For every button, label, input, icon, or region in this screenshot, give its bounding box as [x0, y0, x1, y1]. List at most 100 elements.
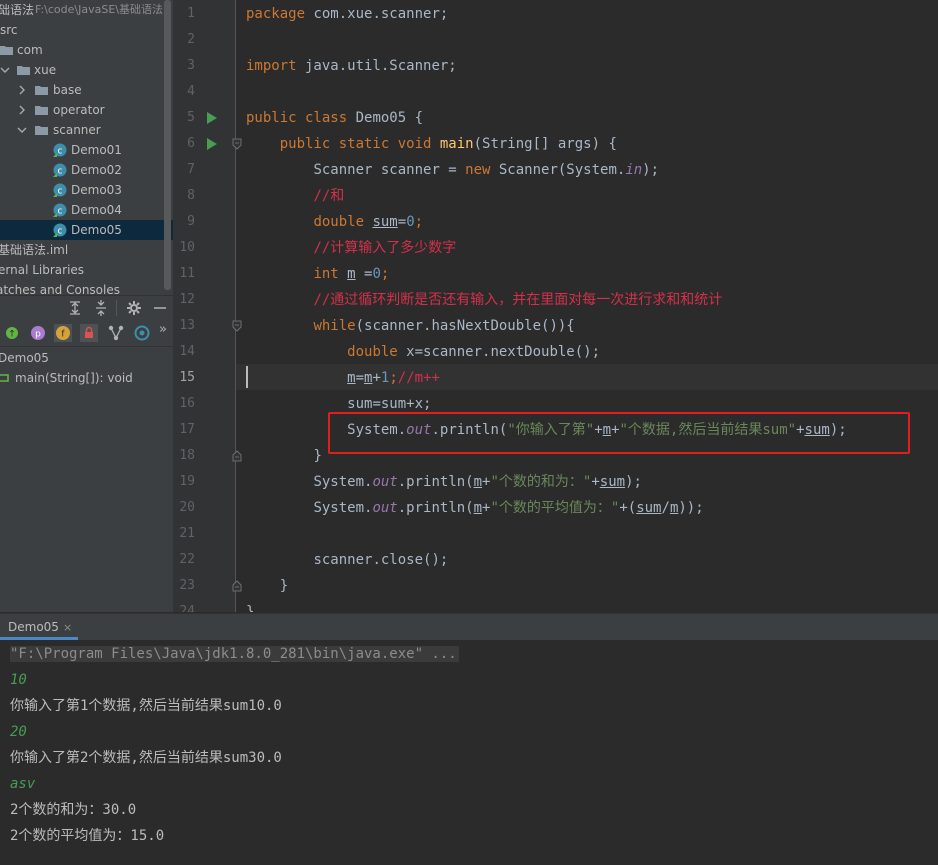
tree-item-demo05[interactable]: c Demo05 [0, 220, 173, 240]
editor-gutter: 1 2 3 4 5 6 7 8 9 10 11 12 13 14 15 16 1… [173, 0, 242, 612]
code-line-12: //通过循环判断是否还有输入，并在里面对每一次进行求和和统计 [313, 292, 723, 308]
fold-end-icon[interactable] [232, 580, 242, 592]
tree-item-operator[interactable]: operator [0, 100, 173, 120]
tree-item-src[interactable]: src [0, 20, 173, 40]
package-folder-icon [35, 106, 48, 115]
line-number: 12 [179, 292, 195, 307]
line-number: 16 [179, 396, 195, 411]
line-number: 6 [187, 136, 195, 151]
structure-class-item[interactable]: Demo05 [0, 348, 173, 368]
tree-item-iml[interactable]: 基础语法.iml [0, 240, 173, 260]
structure-view: Demo05 main(String[]): void [0, 347, 173, 612]
console-line: "F:\Program Files\Java\jdk1.8.0_281\bin\… [10, 641, 459, 667]
structure-method-label: main(String[]): void [15, 371, 133, 385]
code-line-9: double sum=0; [313, 214, 424, 230]
expand-all-icon[interactable] [66, 299, 84, 317]
line-number: 3 [187, 58, 195, 73]
code-line-3: import java.util.Scanner; [246, 58, 457, 74]
fold-end-icon[interactable] [232, 450, 242, 462]
line-number: 23 [179, 578, 195, 593]
code-line-5: public class Demo05 { [246, 110, 424, 126]
fold-marker-icon[interactable] [232, 320, 242, 332]
console-input: 10 [10, 672, 27, 688]
chevron-down-icon[interactable] [0, 60, 10, 80]
svg-text:↑: ↑ [8, 330, 16, 340]
console-input: 20 [10, 724, 27, 740]
code-line-24: } [246, 604, 255, 612]
autoscroll-icon[interactable] [133, 324, 151, 342]
sort-visibility-icon[interactable]: ↑ [4, 324, 22, 342]
chevron-right-icon[interactable] [17, 80, 27, 100]
tree-item-label: Demo04 [71, 203, 122, 217]
tree-item-demo01[interactable]: c Demo01 [0, 140, 173, 160]
chevron-down-icon[interactable] [17, 120, 27, 140]
run-main-icon[interactable] [206, 137, 218, 151]
chevron-right-icon[interactable] [17, 100, 27, 120]
code-editor[interactable]: 1 2 3 4 5 6 7 8 9 10 11 12 13 14 15 16 1… [173, 0, 938, 612]
gear-icon[interactable] [125, 299, 143, 317]
line-number: 2 [187, 32, 195, 47]
tree-item-demo02[interactable]: c Demo02 [0, 160, 173, 180]
console-input: asv [10, 776, 36, 792]
tree-item-xue[interactable]: xue [0, 60, 173, 80]
tree-item-demo03[interactable]: c Demo03 [0, 180, 173, 200]
svg-text:p: p [35, 330, 41, 340]
tree-item-external-libraries[interactable]: ernal Libraries [0, 260, 173, 280]
java-class-icon: c [53, 143, 67, 157]
code-line-13: while(scanner.hasNextDouble()){ [313, 318, 575, 334]
code-line-6: public static void main(String[] args) { [279, 136, 617, 152]
collapse-all-icon[interactable] [92, 299, 110, 317]
run-console[interactable]: "F:\Program Files\Java\jdk1.8.0_281\bin\… [0, 640, 938, 865]
line-number: 17 [179, 422, 195, 437]
tree-item-demo04[interactable]: c Demo04 [0, 200, 173, 220]
show-properties-icon[interactable]: p [29, 324, 47, 342]
line-number: 11 [179, 266, 195, 281]
minimize-icon[interactable] [151, 299, 169, 317]
code-line-19: System.out.println(m+"个数的和为："+sum); [313, 474, 642, 490]
console-command: "F:\Program Files\Java\jdk1.8.0_281\bin\… [10, 646, 459, 662]
console-output: 2个数的和为：30.0 [10, 802, 137, 818]
tree-item-com[interactable]: com [0, 40, 173, 60]
structure-method-item[interactable]: main(String[]): void [0, 368, 173, 388]
code-line-8: //和 [313, 188, 345, 204]
line-number: 21 [179, 526, 195, 541]
java-class-icon: c [53, 183, 67, 197]
more-tools-icon[interactable]: » [159, 322, 167, 337]
method-icon [0, 374, 9, 382]
project-tree: 础语法 F:\code\JavaSE\基础语法 src com xue base [0, 0, 173, 297]
code-line-23: } [279, 578, 289, 594]
run-tab-label: Demo05 [8, 620, 59, 634]
line-number: 9 [187, 214, 195, 229]
tree-root-module[interactable]: 础语法 F:\code\JavaSE\基础语法 [0, 0, 173, 20]
fold-marker-icon[interactable] [232, 138, 242, 150]
java-class-icon: c [53, 203, 67, 217]
run-class-icon[interactable] [206, 111, 218, 125]
package-folder-icon [0, 46, 13, 55]
tree-root-label: 础语法 [0, 3, 35, 17]
tree-item-scanner[interactable]: scanner [0, 120, 173, 140]
code-line-7: Scanner scanner = new Scanner(System.in)… [313, 162, 660, 178]
structure-class-label: Demo05 [0, 351, 49, 365]
tree-item-label: xue [34, 63, 57, 77]
code-line-20: System.out.println(m+"个数的平均值为："+(sum/m))… [313, 500, 704, 516]
code-line-10: //计算输入了多少数字 [313, 240, 457, 256]
tree-item-label: src [0, 23, 18, 37]
tree-item-label: ernal Libraries [0, 263, 85, 277]
show-non-public-icon[interactable] [80, 324, 98, 342]
run-tab-bar: Demo05 × [0, 613, 938, 640]
run-tab-demo05[interactable]: Demo05 × [0, 614, 79, 640]
tree-item-label: Demo03 [71, 183, 122, 197]
tree-root-path: F:\code\JavaSE\基础语法 [35, 3, 163, 16]
svg-text:c: c [58, 187, 63, 197]
tree-item-base[interactable]: base [0, 80, 173, 100]
code-line-18: } [313, 448, 322, 464]
line-number: 10 [179, 240, 195, 255]
project-scrollbar[interactable] [164, 0, 171, 290]
close-icon[interactable]: × [63, 621, 72, 634]
console-output: 2个数的平均值为：15.0 [10, 828, 165, 844]
line-number: 18 [179, 448, 195, 463]
show-fields-icon[interactable]: f [54, 324, 72, 342]
line-number: 4 [187, 84, 195, 99]
show-inherited-icon[interactable] [107, 324, 125, 342]
package-folder-icon [35, 126, 48, 135]
